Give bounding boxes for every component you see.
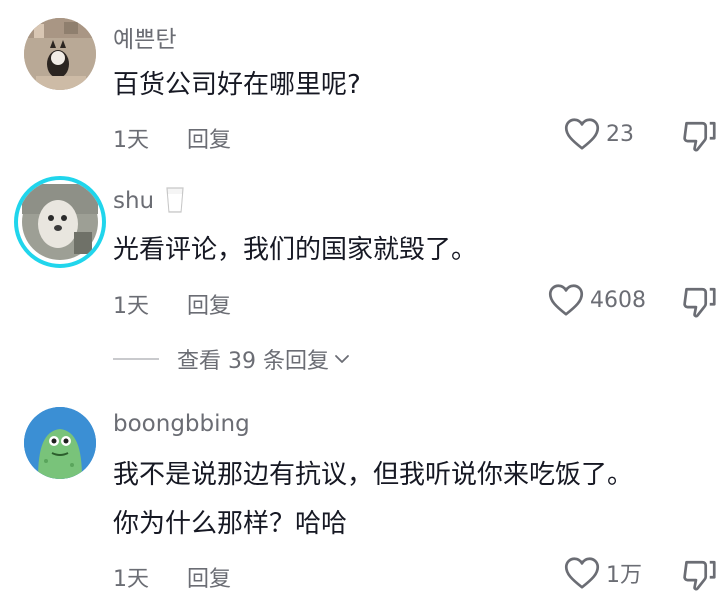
comment-time: 1天 xyxy=(113,567,149,592)
comment-item: boongbbing 我不是说那边有抗议，但我听说你来吃饭了。 你为什么那样？哈… xyxy=(0,0,719,607)
comment-text-line-2: 你为什么那样？哈哈 xyxy=(113,509,348,539)
avatar-photo xyxy=(24,407,96,479)
heart-icon xyxy=(564,557,600,589)
reply-button[interactable]: 回复 xyxy=(187,561,231,593)
comment-username[interactable]: boongbbing xyxy=(113,411,250,437)
like-button[interactable]: 1万 xyxy=(564,556,642,590)
thumbs-down-icon[interactable] xyxy=(682,557,718,593)
avatar[interactable] xyxy=(24,407,96,479)
comment-text-line-1: 我不是说那边有抗议，但我听说你来吃饭了。 xyxy=(113,460,634,490)
like-count: 1万 xyxy=(606,563,642,588)
